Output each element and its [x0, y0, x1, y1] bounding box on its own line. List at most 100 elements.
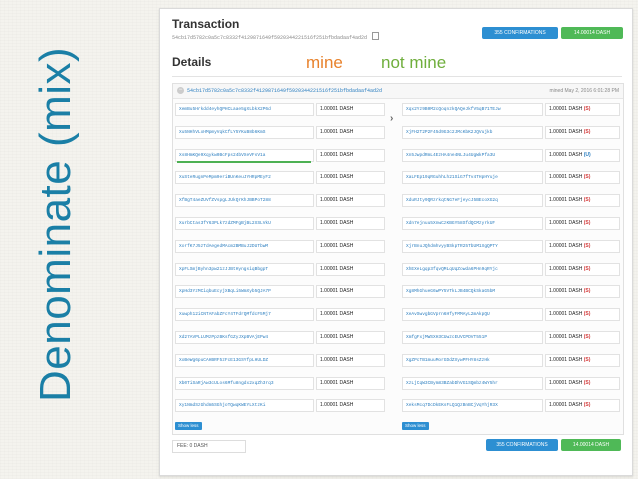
input-row: XorfK7J5zTdAegedMAcm2BMBuJ2DUTbwM 1.00001…: [175, 239, 385, 253]
output-status-badge: (S): [583, 128, 591, 135]
mined-time: mined May 2, 2016 6:01:28 PM: [549, 88, 620, 94]
input-address-link[interactable]: XpFLSmjByhn3pw21zJJBtHyngsiqBbgpT: [175, 262, 314, 276]
input-row: Xd27AVPLLUMzPpzBKsfGZyJXpBVAjEPw4 1.00001…: [175, 331, 385, 344]
output-amount-cell: 1.00001 DASH (S): [545, 353, 620, 367]
input-address-link[interactable]: XoBeWg6puCAHBRF5zFcE13GSYfpLHULDZ: [175, 353, 314, 367]
output-amount-cell: 1.00001 DASH (S): [545, 125, 620, 139]
input-row: Xuwph12iCNTAFabZFcY4TFdrQMfdcF5Mj7 1.0000…: [175, 308, 385, 322]
output-amount-cell: 1.00001 DASH (S): [545, 285, 620, 299]
output-address-link[interactable]: XjFH2T2P2F45d9G3c2JMcKbK2JQVujkb: [402, 125, 543, 139]
input-address-link[interactable]: Xb0TiSaRjAw3cULos6Mfu8ngdx2xqZh3rq3: [175, 376, 314, 390]
output-address-link[interactable]: XjrBnuJQhdmhvyyBSkpTR25TbUM1XgQPTY: [402, 239, 543, 253]
output-amount-cell: 1.00001 DASH (S): [545, 399, 620, 413]
input-address-link[interactable]: XemBu5Hrkdd4eyhQPHCLaae5gXLbkX2P6d: [175, 103, 314, 116]
input-row: Xb0TiSaRjAw3cULos6Mfu8ngdx2xqZh3rq3 1.000…: [175, 376, 385, 390]
total-amount-button[interactable]: 14.00014 DASH: [561, 27, 623, 39]
footer-total-amount-button[interactable]: 14.00014 DASH: [561, 439, 621, 451]
input-address-link[interactable]: XurbCtas3fY63PLk7zdZMFgBjBL2XSLVkU: [175, 217, 314, 230]
output-amount: 1.00001 DASH: [549, 288, 583, 295]
output-address-link[interactable]: XeksMcq7DcDkEKsFLQ1QzBnBCjVqYhjR3X: [402, 399, 543, 413]
collapse-icon[interactable]: −: [177, 87, 184, 94]
output-status-badge: (U): [583, 151, 591, 158]
confirmations-button[interactable]: 355 CONFIRMATIONS: [482, 27, 558, 39]
fee-label: FEE: 0 DASH: [172, 440, 246, 453]
output-amount-cell: 1.00001 DASH (S): [545, 194, 620, 208]
output-row: Xg8MhGhueG6wPY5VTkLJB4BCQkSkaG5bM 1.00001…: [402, 285, 620, 299]
transaction-header: Transaction 54cb17d5782c0a5c7c8332f41298…: [172, 17, 623, 43]
transaction-hash-link[interactable]: 54cb17d5782c0a5c7c8332f4129871649f592034…: [187, 88, 382, 94]
input-row: Xs8HmKQe9Xqykw0BcFps24bVXeVFsV1a 1.00001 …: [175, 148, 385, 163]
output-row: XduRJty9QRzrkqtNG7eFjeycJ5BEcoXG2q 1.0000…: [402, 194, 620, 208]
output-status-badge: (S): [583, 174, 591, 181]
output-address-link[interactable]: XduRJty9QRzrkqtNG7eFjeycJ5BEcoXG2q: [402, 194, 543, 208]
input-address-link[interactable]: XfBgT4aeZUVfZVspgLJUkQrKhJBBPoT288: [175, 194, 314, 208]
output-status-badge: (S): [583, 265, 591, 272]
output-row: XhEXeLgqp3fqvQMLqUqZowda6PHn9qRYjc 1.0000…: [402, 262, 620, 276]
input-amount: 1.00001 DASH: [316, 376, 385, 390]
not-mine-underline: [177, 160, 311, 163]
output-amount-cell: 1.00001 DASH (S): [545, 331, 620, 344]
input-row: XuSteRugnPeMpm9eriBUnKeuJYHRpMEyF2 1.0000…: [175, 171, 385, 185]
show-less-inputs-button[interactable]: Show less: [175, 422, 202, 430]
output-amount-cell: 1.00001 DASH (S): [545, 171, 620, 185]
transaction-hash-header[interactable]: 54cb17d5782c0a5c7c8332f4129871649f592034…: [172, 32, 380, 41]
chevron-right-icon: ›: [390, 113, 394, 124]
output-address-link[interactable]: XhEXeLgqp3fqvQMLqUqZowda6PHn9qRYjc: [402, 262, 543, 276]
input-address-link[interactable]: Xd27AVPLLUMzPpzBKsfGZyJXpBVAjEPw4: [175, 331, 314, 344]
input-amount: 1.00001 DASH: [316, 171, 385, 185]
output-amount: 1.00001 DASH: [549, 334, 583, 340]
transaction-box: − 54cb17d5782c0a5c7c8332f4129871649f5920…: [172, 83, 624, 435]
output-address-link[interactable]: Xqx2Yz9B0M2cQoqnzkQAQeJkfV5qB71TEJw: [402, 103, 543, 116]
input-row: Xu5NHhVLxHMpmyVqkCfLY5YKuB8b6KmS 1.00001 …: [175, 125, 385, 139]
output-row: XaLFEp19qRGuhhLh21SiG7fTv4THpHYuje 1.0000…: [402, 171, 620, 185]
legend-mine: mine: [306, 53, 343, 72]
output-amount: 1.00001 DASH: [549, 151, 583, 158]
input-amount: 1.00001 DASH: [316, 125, 385, 139]
footer-confirmations-button[interactable]: 355 CONFIRMATIONS: [486, 439, 558, 451]
input-address-link[interactable]: XpHd3YzMCiqbuEcyjXBqLi5WmXyb5QJA7P: [175, 285, 314, 299]
slide-title: Denominate (mix): [31, 46, 80, 402]
output-amount: 1.00001 DASH: [549, 220, 583, 226]
output-row: Xqx2Yz9B0M2cQoqnzkQAQeJkfV5qB71TEJw 1.000…: [402, 103, 620, 116]
output-address-link[interactable]: Xg8MhGhueG6wPY5VTkLJB4BCQkSkaG5bM: [402, 285, 543, 299]
input-address-link[interactable]: Xu5NHhVLxHMpmyVqkCfLY5YKuB8b6KmS: [175, 125, 314, 139]
output-amount-cell: 1.00001 DASH (S): [545, 103, 620, 116]
input-amount: 1.00001 DASH: [316, 217, 385, 230]
output-address-link[interactable]: XgZPcTB1muuMorGDdZXywPFHY8sZzHk: [402, 353, 543, 367]
input-row: Xy1NmdSzGhdm5SGhjoTQwqKWEYLXtzKi 1.00001 …: [175, 399, 385, 413]
output-amount: 1.00001 DASH: [549, 402, 583, 409]
input-amount: 1.00001 DASH: [316, 103, 385, 116]
output-amount-cell: 1.00001 DASH (S): [545, 376, 620, 390]
input-address-link[interactable]: XorfK7J5zTdAegedMAcm2BMBuJ2DUTbwM: [175, 239, 314, 253]
transaction-box-header: − 54cb17d5782c0a5c7c8332f4129871649f5920…: [173, 84, 623, 99]
input-row: XfBgT4aeZUVfZVspgLJUkQrKhJBBPoT288 1.0000…: [175, 194, 385, 208]
output-amount: 1.00001 DASH: [549, 174, 583, 181]
output-amount: 1.00001 DASH: [549, 128, 583, 135]
input-row: XpHd3YzMCiqbuEcyjXBqLi5WmXyb5QJA7P 1.0000…: [175, 285, 385, 299]
output-address-link[interactable]: XeAvSwvgbGVprn6HfyFMMAyL2mAkpQU: [402, 308, 543, 322]
input-amount: 1.00001 DASH: [316, 399, 385, 413]
details-heading: Details: [172, 55, 212, 69]
input-address-link[interactable]: XuSteRugnPeMpm9eriBUnKeuJYHRpMEyF2: [175, 171, 314, 185]
output-amount-cell: 1.00001 DASH (S): [545, 217, 620, 230]
output-address-link[interactable]: Xdn7ejnuu5XnwCzKBGY58SfdQCMzyrkUF: [402, 217, 543, 230]
input-row: XemBu5Hrkdd4eyhQPHCLaae5gXLbkX2P6d 1.0000…: [175, 103, 385, 116]
output-amount: 1.00001 DASH: [549, 265, 583, 272]
output-address-link[interactable]: XmfgFxjMWSXH3CUwzcEUVCPDVT551P: [402, 331, 543, 344]
copy-icon[interactable]: [372, 32, 380, 40]
input-address-link[interactable]: Xy1NmdSzGhdm5SGhjoTQwqKWEYLXtzKi: [175, 399, 314, 413]
show-less-outputs-button[interactable]: Show less: [402, 422, 429, 430]
divider: [172, 76, 622, 77]
output-row: XgZPcTB1muuMorGDdZXywPFHY8sZzHk 1.00001 D…: [402, 353, 620, 367]
output-address-link[interactable]: XzLjCqW3CBym83BZabDhVG1SQmbz4WY5hr: [402, 376, 543, 390]
output-address-link[interactable]: XaLFEp19qRGuhhLh21SiG7fTv4THpHYuje: [402, 171, 543, 185]
output-status-badge: (S): [583, 220, 591, 226]
output-amount-cell: 1.00001 DASH (S): [545, 239, 620, 253]
output-address-link[interactable]: Xn5JwpdRmL4EzHA4ne4NLJu4UgWkPfa3U: [402, 148, 543, 162]
transaction-hash-text[interactable]: 54cb17d5782c0a5c7c8332f4129871649f592034…: [172, 35, 367, 41]
output-row: Xdn7ejnuu5XnwCzKBGY58SfdQCMzyrkUF 1.00001…: [402, 217, 620, 230]
output-status-badge: (S): [583, 311, 591, 318]
input-amount: 1.00001 DASH: [316, 148, 385, 162]
output-amount-cell: 1.00001 DASH (S): [545, 262, 620, 276]
input-address-link[interactable]: Xuwph12iCNTAFabZFcY4TFdrQMfdcF5Mj7: [175, 308, 314, 322]
